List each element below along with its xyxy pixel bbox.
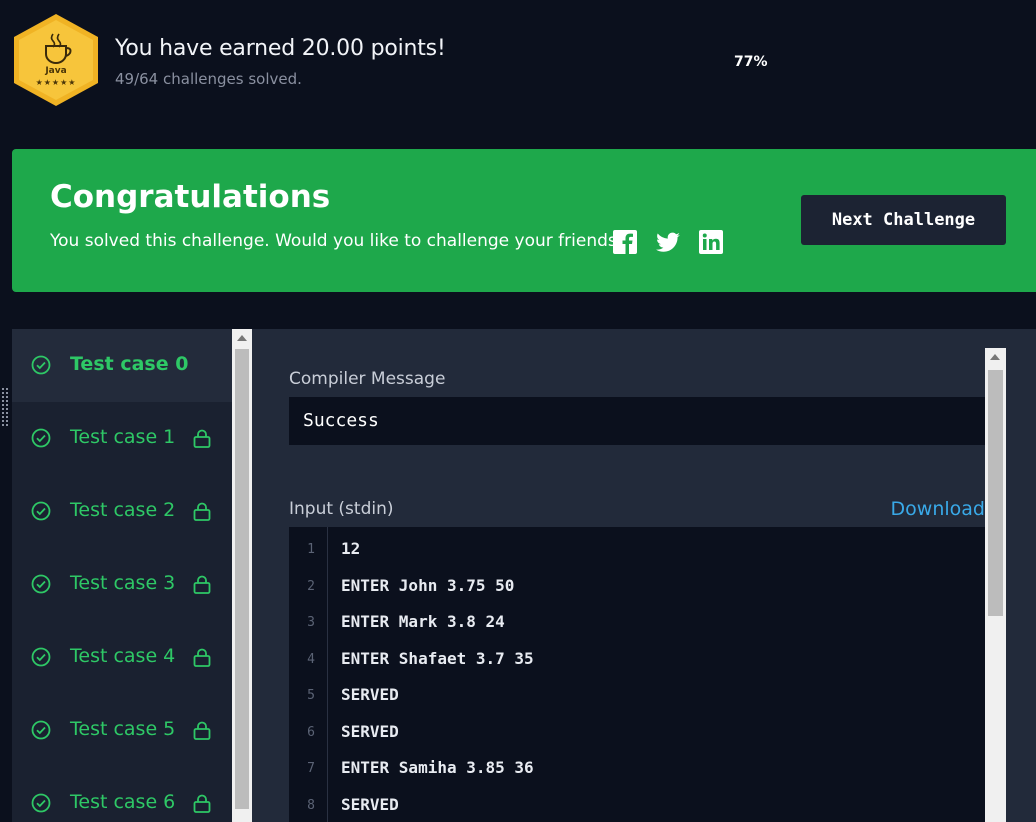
scroll-up-arrow-icon[interactable] <box>237 335 247 341</box>
check-circle-icon <box>31 647 51 667</box>
compiler-message-label: Compiler Message <box>289 369 446 389</box>
test-list-scrollbar[interactable] <box>232 329 252 822</box>
test-case-label: Test case 2 <box>70 499 176 521</box>
download-link[interactable]: Download <box>891 498 985 520</box>
test-case-label: Test case 4 <box>70 645 176 667</box>
code-line: 1 12 <box>289 532 985 568</box>
progress-percent: 77% <box>734 54 768 70</box>
test-case-item[interactable]: Test case 4 <box>12 621 232 694</box>
line-text: SERVED <box>341 685 399 704</box>
resize-grip-icon[interactable] <box>2 388 8 428</box>
lock-icon <box>193 502 211 521</box>
test-case-item[interactable]: Test case 0 <box>12 329 232 402</box>
badge-stars: ★★★★★ <box>35 78 77 87</box>
check-circle-icon <box>31 793 51 813</box>
code-line: 2 ENTER John 3.75 50 <box>289 569 985 605</box>
line-text: ENTER Shafaet 3.7 35 <box>341 649 534 668</box>
line-number: 2 <box>307 579 315 594</box>
input-code-view: 1 12 2 ENTER John 3.75 50 3 ENTER Mark 3… <box>289 527 985 822</box>
line-number: 7 <box>307 761 315 776</box>
badge-language: Java <box>45 66 67 76</box>
test-case-item[interactable]: Test case 3 <box>12 548 232 621</box>
line-number: 3 <box>307 615 315 630</box>
check-circle-icon <box>31 574 51 594</box>
linkedin-icon[interactable] <box>698 229 724 255</box>
banner-message: You solved this challenge. Would you lik… <box>50 231 626 251</box>
line-text: ENTER Mark 3.8 24 <box>341 612 505 631</box>
check-circle-icon <box>31 501 51 521</box>
compiler-message-text: Success <box>303 410 379 431</box>
lock-icon <box>193 575 211 594</box>
test-case-label: Test case 6 <box>70 791 176 813</box>
code-line: 8 SERVED <box>289 788 985 822</box>
lock-icon <box>193 721 211 740</box>
code-line: 4 ENTER Shafaet 3.7 35 <box>289 642 985 678</box>
lock-icon <box>193 429 211 448</box>
challenges-solved-text: 49/64 challenges solved. <box>115 70 302 88</box>
next-challenge-button[interactable]: Next Challenge <box>801 195 1006 245</box>
test-case-label: Test case 0 <box>70 353 189 375</box>
code-line: 5 SERVED <box>289 678 985 714</box>
line-text: 12 <box>341 539 361 558</box>
panel-scrollbar[interactable] <box>985 348 1006 822</box>
line-text: SERVED <box>341 722 399 741</box>
line-text: SERVED <box>341 795 399 814</box>
line-number: 4 <box>307 652 315 667</box>
scroll-up-arrow-icon[interactable] <box>990 354 1000 360</box>
test-case-item[interactable]: Test case 5 <box>12 694 232 767</box>
line-text: ENTER John 3.75 50 <box>341 576 515 595</box>
line-text: ENTER Samiha 3.85 36 <box>341 758 534 777</box>
test-case-item[interactable]: Test case 2 <box>12 475 232 548</box>
input-label: Input (stdin) <box>289 499 394 519</box>
test-case-item[interactable]: Test case 6 <box>12 767 232 822</box>
check-circle-icon <box>31 355 51 375</box>
check-circle-icon <box>31 428 51 448</box>
check-circle-icon <box>31 720 51 740</box>
test-case-label: Test case 3 <box>70 572 176 594</box>
line-number: 5 <box>307 688 315 703</box>
test-case-label: Test case 5 <box>70 718 176 740</box>
test-case-item[interactable]: Test case 1 <box>12 402 232 475</box>
line-number: 8 <box>307 798 315 813</box>
points-earned-text: You have earned 20.00 points! <box>115 36 446 61</box>
code-line: 7 ENTER Samiha 3.85 36 <box>289 751 985 787</box>
twitter-icon[interactable] <box>655 229 681 255</box>
lock-icon <box>193 648 211 667</box>
test-case-label: Test case 1 <box>70 426 176 448</box>
java-badge-icon: Java ★★★★★ <box>10 12 102 108</box>
test-result-panel: Compiler Message Success Input (stdin) D… <box>252 329 1036 822</box>
line-number: 6 <box>307 725 315 740</box>
banner-title: Congratulations <box>50 179 331 215</box>
scrollbar-thumb[interactable] <box>235 349 249 809</box>
congratulations-banner: Congratulations You solved this challeng… <box>12 149 1036 292</box>
facebook-icon[interactable] <box>612 229 638 255</box>
code-line: 3 ENTER Mark 3.8 24 <box>289 605 985 641</box>
line-number: 1 <box>307 542 315 557</box>
code-line: 6 SERVED <box>289 715 985 751</box>
compiler-message-box: Success <box>289 397 985 445</box>
lock-icon <box>193 794 211 813</box>
scrollbar-thumb[interactable] <box>988 370 1003 616</box>
test-case-list: Test case 0 Test case 1 Test case 2 Test… <box>12 329 232 822</box>
